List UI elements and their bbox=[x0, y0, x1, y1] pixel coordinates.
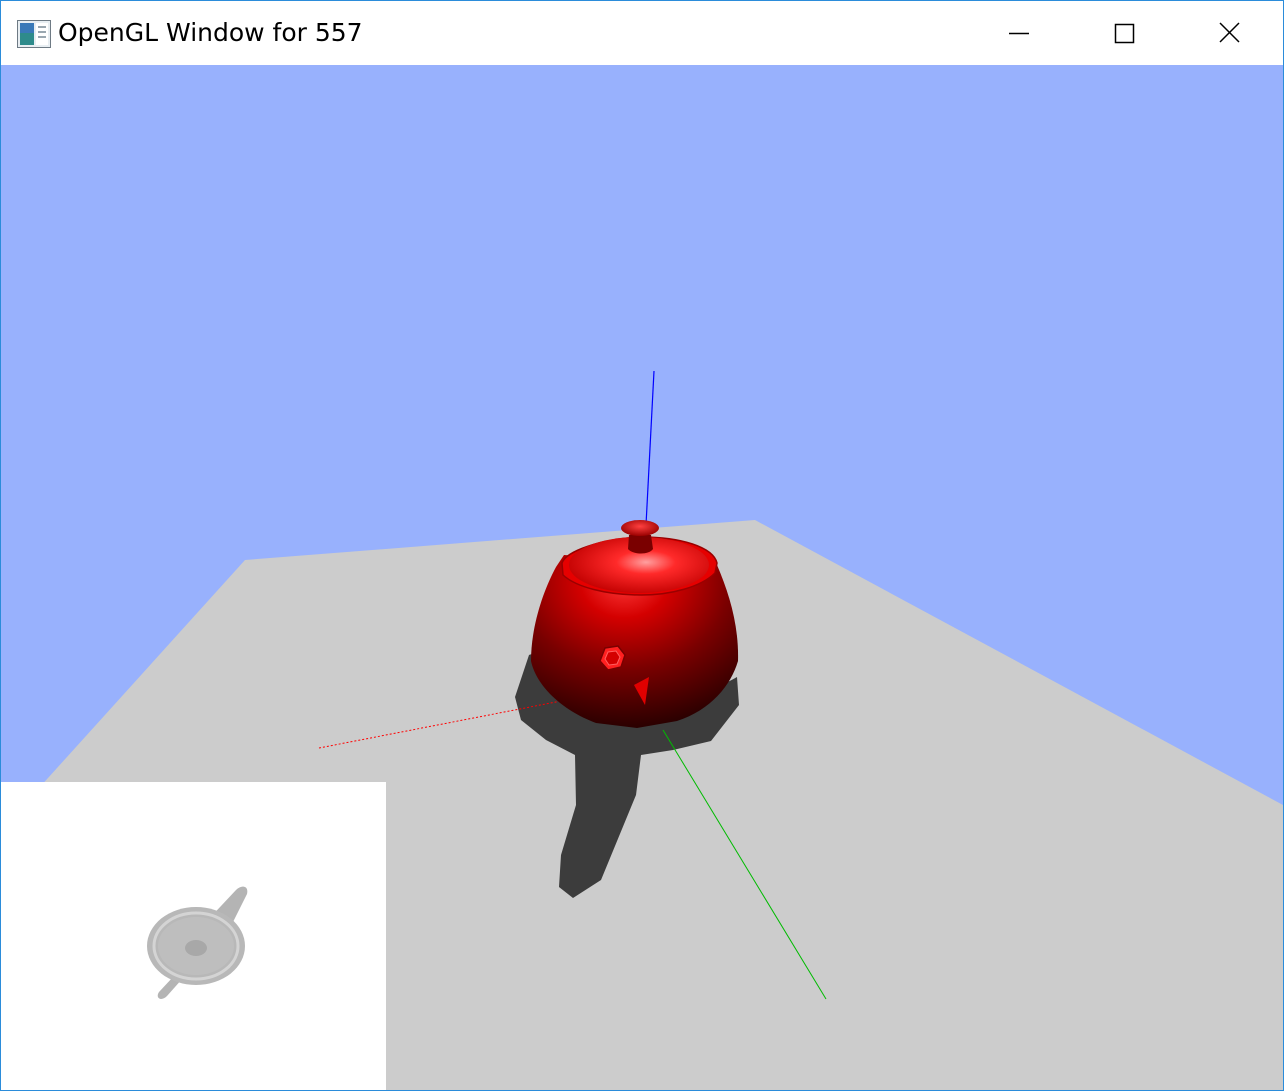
close-icon bbox=[1219, 22, 1240, 43]
maximize-button[interactable] bbox=[1071, 1, 1175, 65]
opengl-viewport[interactable] bbox=[1, 65, 1283, 1090]
opengl-window: OpenGL Window for 557 bbox=[0, 0, 1284, 1091]
close-button[interactable] bbox=[1177, 1, 1281, 65]
teapot-knob bbox=[621, 520, 659, 536]
minimap-view bbox=[147, 886, 248, 999]
minimize-icon bbox=[1009, 32, 1029, 35]
window-title: OpenGL Window for 557 bbox=[58, 18, 363, 47]
opengl-app-icon bbox=[17, 20, 51, 48]
minimize-button[interactable] bbox=[967, 1, 1071, 65]
title-bar[interactable]: OpenGL Window for 557 bbox=[1, 1, 1283, 65]
maximize-icon bbox=[1114, 23, 1135, 44]
z-axis bbox=[645, 370, 655, 526]
shadow-map-inset bbox=[1, 782, 386, 1090]
minimap-knob bbox=[185, 940, 207, 956]
teapot-knob-neck bbox=[628, 535, 653, 554]
